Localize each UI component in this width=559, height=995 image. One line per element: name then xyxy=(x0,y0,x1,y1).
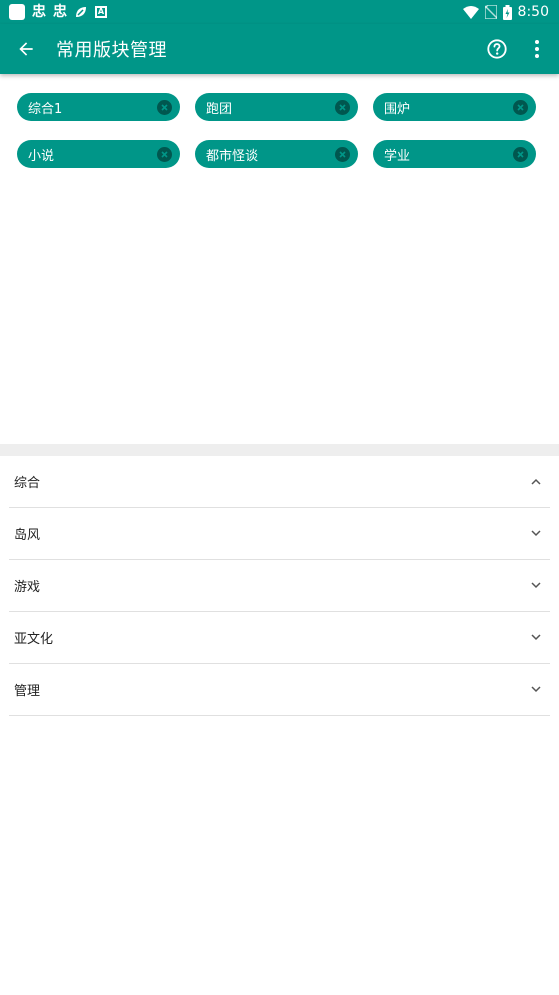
chip-board[interactable]: 综合1 xyxy=(17,93,180,121)
chip-label: 围炉 xyxy=(384,101,411,117)
chevron-down-icon xyxy=(530,684,542,696)
chip-label: 小说 xyxy=(28,148,55,164)
remove-chip-button[interactable] xyxy=(335,99,350,115)
more-options-button[interactable] xyxy=(517,24,557,74)
close-icon xyxy=(517,150,524,158)
chip-board[interactable]: 围炉 xyxy=(373,93,536,121)
group-label: 亚文化 xyxy=(14,632,54,647)
chip-board[interactable]: 小说 xyxy=(17,140,180,168)
status-time: 8:50 xyxy=(517,4,549,20)
chevron-up-icon xyxy=(530,476,542,488)
group-label: 游戏 xyxy=(14,580,41,595)
chip-label: 学业 xyxy=(384,148,411,164)
chip-board[interactable]: 跑团 xyxy=(195,93,358,121)
a-badge-icon: A xyxy=(95,6,107,18)
remove-chip-button[interactable] xyxy=(513,99,528,115)
status-bar-system: 8:50 xyxy=(462,4,549,20)
remove-chip-button[interactable] xyxy=(157,146,172,162)
no-sim-icon xyxy=(484,5,497,19)
group-label: 岛风 xyxy=(14,528,41,543)
group-label: 管理 xyxy=(14,684,41,699)
arrow-back-icon xyxy=(19,42,33,56)
group-row[interactable]: 亚文化 xyxy=(9,612,550,664)
close-icon xyxy=(339,103,346,111)
favorite-board-chips: 综合1 跑团 围炉 小说 都市怪谈 学业 xyxy=(17,93,547,168)
close-icon xyxy=(161,150,168,158)
remove-chip-button[interactable] xyxy=(335,146,350,162)
page-title: 常用版块管理 xyxy=(56,40,167,61)
wifi-icon xyxy=(462,5,479,19)
chip-label: 都市怪谈 xyxy=(206,148,259,164)
section-divider xyxy=(0,444,559,456)
app-square-icon xyxy=(9,4,25,20)
group-row[interactable]: 管理 xyxy=(9,664,550,716)
board-group-list: 综合 岛风 游戏 亚文化 管理 xyxy=(9,456,550,716)
back-button[interactable] xyxy=(0,24,52,74)
close-icon xyxy=(517,103,524,111)
group-label: 综合 xyxy=(14,476,41,491)
help-button[interactable] xyxy=(477,24,517,74)
remove-chip-button[interactable] xyxy=(157,99,172,115)
close-icon xyxy=(339,150,346,158)
app-bar: 常用版块管理 xyxy=(0,24,559,74)
chevron-down-icon xyxy=(530,632,542,644)
chip-label: 跑团 xyxy=(206,101,233,117)
remove-chip-button[interactable] xyxy=(513,146,528,162)
notify-glyph-2: 忠 xyxy=(53,4,67,20)
battery-icon xyxy=(502,4,512,20)
group-row[interactable]: 游戏 xyxy=(9,560,550,612)
group-row[interactable]: 岛风 xyxy=(9,508,550,560)
a-badge-text: A xyxy=(97,7,105,16)
more-vert-icon xyxy=(535,40,539,58)
chip-board[interactable]: 学业 xyxy=(373,140,536,168)
group-row[interactable]: 综合 xyxy=(9,456,550,508)
help-circle-icon xyxy=(487,39,507,59)
chip-label: 综合1 xyxy=(28,101,63,117)
chip-board[interactable]: 都市怪谈 xyxy=(195,140,358,168)
status-bar: 忠 忠 A 8:50 xyxy=(0,0,559,24)
close-icon xyxy=(161,103,168,111)
notify-glyph-1: 忠 xyxy=(32,4,46,20)
chevron-down-icon xyxy=(530,528,542,540)
chevron-down-icon xyxy=(530,580,542,592)
leaf-icon xyxy=(76,7,86,17)
status-bar-notifications: 忠 忠 A xyxy=(9,4,107,20)
